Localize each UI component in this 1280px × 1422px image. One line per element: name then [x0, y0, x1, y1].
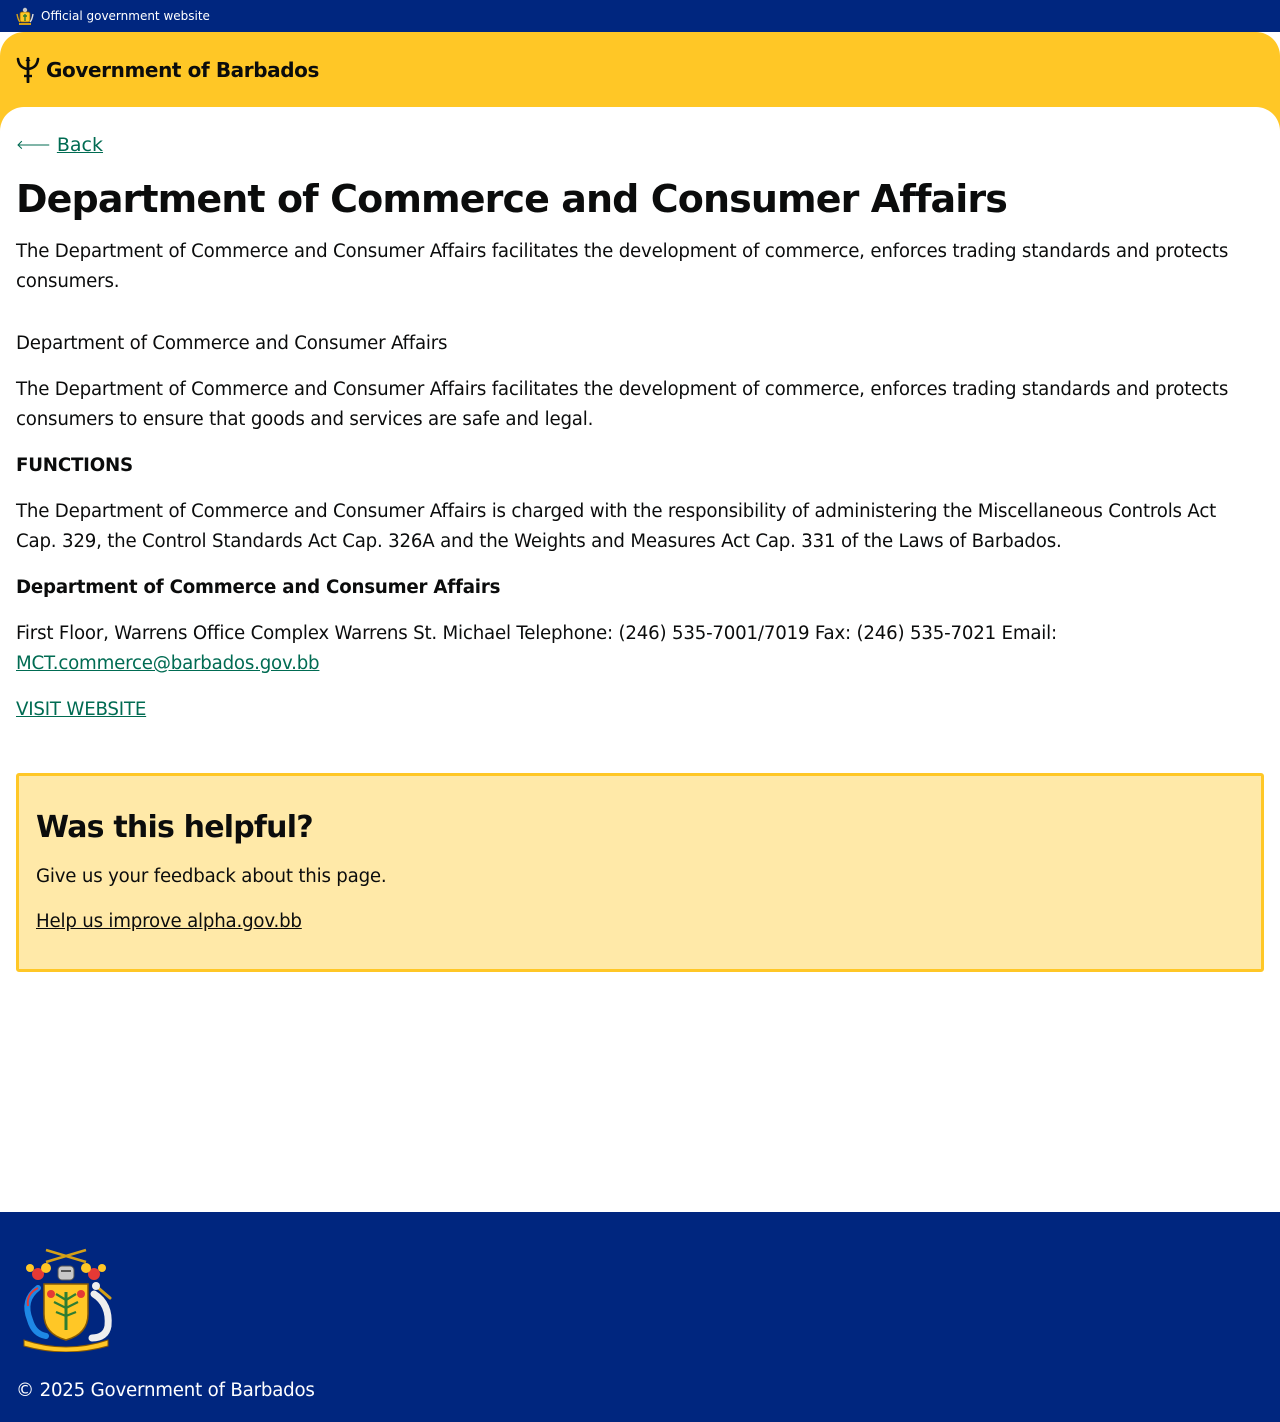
section-name: Department of Commerce and Consumer Affa…: [16, 333, 448, 354]
official-banner: Official government website: [0, 0, 1280, 32]
feedback-link[interactable]: Help us improve alpha.gov.bb: [36, 909, 302, 935]
back-label: Back: [56, 134, 104, 156]
functions-text: The Department of Commerce and Consumer …: [16, 501, 1217, 552]
visit-website-row: VISIT WEBSITE: [16, 695, 1256, 725]
coat-of-arms-icon: [23, 1248, 112, 1352]
back-link[interactable]: 🡐 Back: [16, 133, 103, 158]
contact-heading: Department of Commerce and Consumer Affa…: [16, 577, 501, 598]
functions-heading: FUNCTIONS: [16, 455, 133, 476]
visit-website-link[interactable]: VISIT WEBSITE: [16, 699, 146, 720]
feedback-panel: Was this helpful? Give us your feedback …: [16, 773, 1264, 972]
official-website-label: Official government website: [41, 9, 210, 23]
trident-icon[interactable]: [16, 57, 40, 83]
contact-address: First Floor, Warrens Office Complex Warr…: [16, 623, 1057, 644]
page-title: Department of Commerce and Consumer Affa…: [16, 177, 1008, 221]
feedback-text: Give us your feedback about this page.: [36, 866, 387, 887]
department-description: The Department of Commerce and Consumer …: [16, 379, 1229, 430]
coat-of-arms-icon: [16, 7, 34, 25]
copyright-text: © 2025 Government of Barbados: [16, 1380, 315, 1401]
feedback-heading: Was this helpful?: [36, 810, 314, 845]
arrow-left-icon: 🡐: [16, 138, 51, 153]
site-footer: © 2025 Government of Barbados: [0, 1212, 1280, 1422]
contact-details: First Floor, Warrens Office Complex Warr…: [16, 619, 1256, 679]
site-brand-link[interactable]: Government of Barbados: [46, 58, 319, 82]
contact-email-link[interactable]: MCT.commerce@barbados.gov.bb: [16, 653, 320, 674]
page-summary: The Department of Commerce and Consumer …: [16, 241, 1229, 292]
